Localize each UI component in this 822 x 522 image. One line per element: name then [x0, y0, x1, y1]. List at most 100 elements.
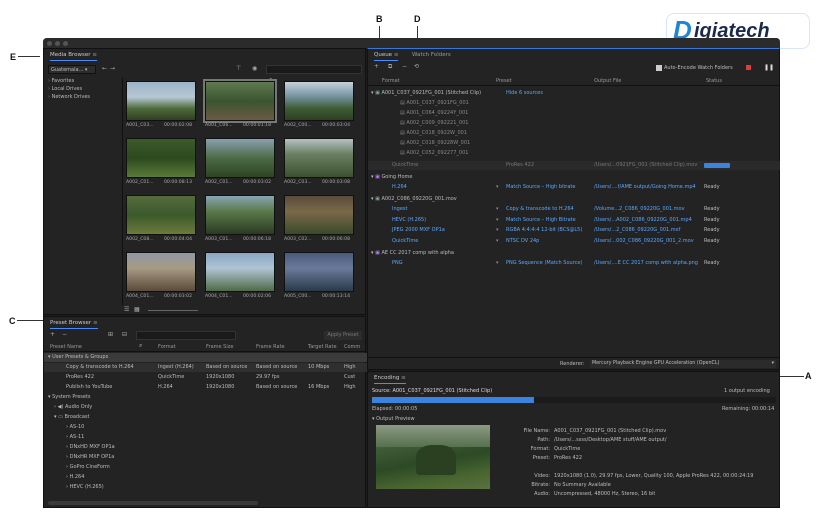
preset-row[interactable]: ProRes 422 QuickTime 1920x1080 29.97 fps Cus…: [44, 373, 367, 382]
source-clip-row[interactable]: ▤ A002_C018_09228W_001: [368, 139, 780, 148]
col-frame-size[interactable]: Frame Size: [206, 344, 233, 350]
preset-dropdown[interactable]: Match Source – High Bitrate: [506, 216, 576, 225]
preset-dropdown[interactable]: Copy & transcode to H.264: [506, 205, 574, 214]
queue-tab[interactable]: Queue ≡: [374, 50, 399, 61]
col-target-rate[interactable]: Target Rate: [308, 344, 337, 350]
forward-arrow-icon[interactable]: →: [110, 65, 115, 72]
remove-icon[interactable]: −: [402, 63, 407, 70]
source-clip-row[interactable]: ▤ A001_C037_0921FG_001: [368, 99, 780, 108]
thumbnail-size-slider[interactable]: [148, 310, 198, 311]
preset-browser-tab[interactable]: Preset Browser ≡: [50, 318, 98, 329]
media-thumbnail[interactable]: [284, 138, 354, 178]
chevron-down-icon[interactable]: ▾: [496, 237, 499, 246]
remove-preset-icon[interactable]: −: [62, 331, 67, 338]
preset-row[interactable]: Publish to YouTube H.264 1920x1080 Based on…: [44, 383, 367, 392]
media-thumbnail[interactable]: [126, 252, 196, 292]
col-output-file[interactable]: Output File: [594, 78, 621, 84]
output-file-link[interactable]: /Users/...A002_C086_09220G_001.mp4: [594, 216, 692, 225]
queue-output-row[interactable]: HEVC (H.265) Match Source – High Bitrate /…: [368, 216, 780, 225]
col-comment[interactable]: Comm: [344, 344, 360, 350]
queue-group-stitched[interactable]: ▾ ▣ A001_C037_0921FG_001 (Stitched Clip)…: [368, 89, 780, 98]
output-file-link[interactable]: /Users/...002_C086_09220G_001_2.mov: [594, 237, 694, 246]
watch-folders-tab[interactable]: Watch Folders: [412, 50, 451, 61]
minimize-window-button[interactable]: [55, 41, 60, 46]
media-search-input[interactable]: ⌕: [266, 65, 362, 83]
col-preset[interactable]: Preset: [496, 78, 512, 84]
format-dropdown[interactable]: PNG: [392, 259, 403, 268]
hide-sources-link[interactable]: Hide 6 sources: [506, 89, 543, 98]
media-thumbnail[interactable]: [126, 195, 196, 235]
back-arrow-icon[interactable]: ←: [102, 65, 107, 72]
format-dropdown[interactable]: HEVC (H.265): [392, 216, 426, 225]
stop-queue-button[interactable]: [746, 65, 751, 70]
media-thumbnail[interactable]: [126, 81, 196, 121]
format-dropdown[interactable]: QuickTime: [392, 237, 418, 246]
system-preset-item[interactable]: › DNxHD MXF OP1a: [44, 443, 367, 452]
queue-group-a002[interactable]: ▾ ▣ A002_C086_09220G_001.mov: [368, 195, 780, 204]
media-browser-tab[interactable]: Media Browser ≡: [50, 50, 97, 61]
output-file-link[interactable]: /Users/...2_C086_09220G_001.mxf: [594, 226, 680, 235]
queue-output-row[interactable]: JPEG 2000 MXF OP1a RGBA 4:4:4:4 12-bit (B…: [368, 226, 780, 235]
system-presets-group[interactable]: ▾ System Presets: [44, 393, 367, 402]
preset-row[interactable]: Copy & transcode to H.264 Ingest (H.264) B…: [44, 363, 367, 372]
system-preset-item[interactable]: › HEVC (H.265): [44, 483, 367, 492]
media-thumbnail[interactable]: [284, 81, 354, 121]
encoding-tab[interactable]: Encoding ≡: [374, 373, 406, 384]
preset-dropdown[interactable]: PNG Sequence (Match Source): [506, 259, 582, 268]
preset-scrollbar[interactable]: [48, 501, 258, 505]
add-source-icon[interactable]: +: [374, 63, 379, 70]
close-window-button[interactable]: [47, 41, 52, 46]
chevron-down-icon[interactable]: ▾: [496, 226, 499, 235]
media-thumbnail[interactable]: [284, 252, 354, 292]
queue-group-going-home[interactable]: ▾ ▣ Going Home: [368, 173, 780, 182]
source-clip-row[interactable]: ▤ A001_C064_09224Y_001: [368, 109, 780, 118]
system-preset-item[interactable]: › ◀) Audio Only: [44, 403, 367, 412]
reset-status-icon[interactable]: ⟲: [414, 63, 419, 70]
queue-output-row[interactable]: Ingest Copy & transcode to H.264/Volume..…: [368, 205, 780, 214]
format-dropdown[interactable]: Ingest: [392, 205, 407, 214]
preset-dropdown[interactable]: NTSC DV 24p: [506, 237, 539, 246]
source-clip-row[interactable]: ▤ A002_C018_0922W_001: [368, 129, 780, 138]
system-preset-item[interactable]: ▾ ▭ Broadcast: [44, 413, 367, 422]
chevron-down-icon[interactable]: ▾: [496, 205, 499, 214]
zoom-window-button[interactable]: [63, 41, 68, 46]
list-view-icon[interactable]: ☰: [124, 306, 129, 313]
apply-preset-button[interactable]: Apply Preset: [324, 331, 362, 340]
chevron-down-icon[interactable]: ▾: [496, 216, 499, 225]
tree-item-favorites[interactable]: › Favorites: [48, 77, 118, 85]
source-clip-row[interactable]: ▤ A002_C009_092221_001: [368, 119, 780, 128]
col-preset-name[interactable]: Preset Name: [50, 344, 82, 350]
system-preset-item[interactable]: › H.264: [44, 473, 367, 482]
renderer-dropdown[interactable]: Mercury Playback Engine GPU Acceleration…: [590, 360, 776, 368]
output-preview-toggle[interactable]: ▾ Output Preview: [372, 415, 415, 423]
media-thumbnail[interactable]: [284, 195, 354, 235]
system-preset-item[interactable]: › GoPro CineForm: [44, 463, 367, 472]
user-presets-group[interactable]: ▾ User Presets & Groups: [44, 353, 367, 362]
pause-queue-button[interactable]: ❚❚: [764, 64, 774, 71]
queue-output-row[interactable]: H.264 ▾ Match Source – High bitrate /Use…: [368, 183, 780, 192]
system-preset-item[interactable]: › DNxHR MXF OP1a: [44, 453, 367, 462]
add-preset-icon[interactable]: +: [50, 331, 55, 338]
media-thumbnail[interactable]: [205, 195, 275, 235]
col-format[interactable]: Format: [158, 344, 176, 350]
media-thumbnail[interactable]: [126, 138, 196, 178]
view-icon[interactable]: ◉: [252, 65, 257, 72]
format-dropdown[interactable]: JPEG 2000 MXF OP1a: [392, 226, 445, 235]
system-preset-item[interactable]: › AS-11: [44, 433, 367, 442]
auto-encode-checkbox[interactable]: [656, 65, 662, 71]
duplicate-icon[interactable]: ⧉: [388, 63, 392, 71]
source-clip-row[interactable]: ▤ A002_C052_092277_001: [368, 149, 780, 158]
preset-dropdown[interactable]: Match Source – High bitrate: [506, 183, 575, 192]
filter-icon[interactable]: ⊤: [236, 65, 241, 72]
preset-search-input[interactable]: ⌕: [136, 331, 236, 349]
queue-group-ae-comp[interactable]: ▾ ▣ AE CC 2017 comp with alpha: [368, 249, 780, 258]
tree-item-network-drives[interactable]: › Network Drives: [48, 93, 118, 101]
col-format[interactable]: Format: [382, 78, 400, 84]
media-thumbnail[interactable]: [203, 79, 277, 123]
media-thumbnail[interactable]: [205, 252, 275, 292]
queue-output-row[interactable]: PNG ▾ PNG Sequence (Match Source) /Users…: [368, 259, 780, 268]
output-file-link[interactable]: /Volume...2_C086_09220G_001.mov: [594, 205, 685, 214]
grid-view-icon[interactable]: ▦: [134, 306, 140, 313]
tree-item-local-drives[interactable]: › Local Drives: [48, 85, 118, 93]
col-frame-rate[interactable]: Frame Rate: [256, 344, 285, 350]
